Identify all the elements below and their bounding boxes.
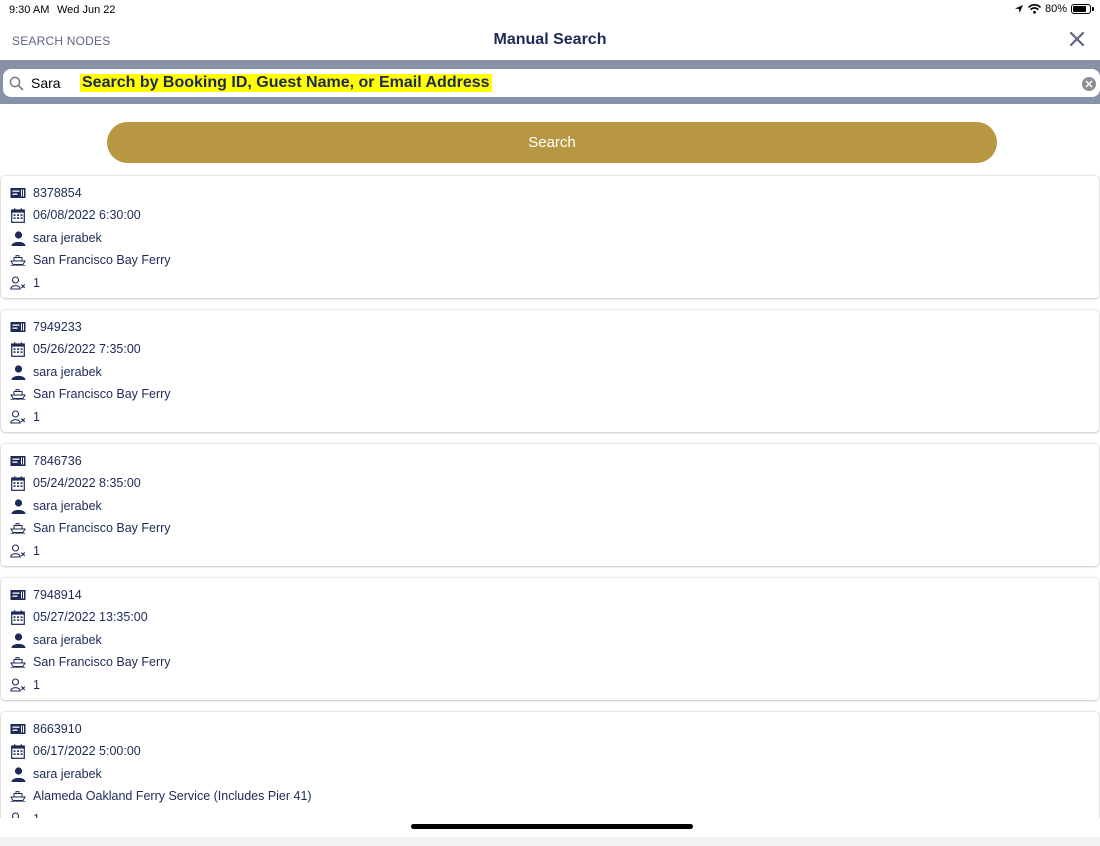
booking-datetime: 06/17/2022 5:00:00	[33, 744, 141, 758]
search-button[interactable]: Search	[107, 122, 997, 163]
status-bar: 9:30 AM Wed Jun 22 80%	[0, 0, 1100, 22]
status-indicators: 80%	[1014, 3, 1094, 15]
passenger-count-icon	[10, 677, 26, 693]
calendar-icon	[10, 609, 26, 625]
status-time: 9:30 AM	[9, 4, 50, 16]
booking-id-row: 7846736	[10, 452, 82, 470]
passenger-count: 1	[33, 410, 40, 424]
passenger-count: 1	[33, 544, 40, 558]
operator-name: San Francisco Bay Ferry	[33, 253, 171, 267]
person-icon	[10, 766, 26, 782]
battery-icon	[1071, 4, 1091, 14]
battery-level	[1073, 6, 1086, 12]
search-input-value: Sara	[31, 75, 61, 91]
battery-tip	[1092, 7, 1094, 11]
booking-id: 7846736	[33, 454, 82, 468]
operator-name: San Francisco Bay Ferry	[33, 387, 171, 401]
operator-name: San Francisco Bay Ferry	[33, 521, 171, 535]
search-bar-region: Sara Search by Booking ID, Guest Name, o…	[0, 60, 1100, 104]
ticket-icon	[10, 453, 26, 469]
booking-id-row: 8663910	[10, 720, 82, 738]
operator-row: San Francisco Bay Ferry	[10, 251, 171, 269]
operator-row: Alameda Oakland Ferry Service (Includes …	[10, 787, 312, 805]
operator-row: San Francisco Bay Ferry	[10, 385, 171, 403]
wifi-icon	[1027, 4, 1041, 14]
operator-row: San Francisco Bay Ferry	[10, 519, 171, 537]
search-hint-label: Search by Booking ID, Guest Name, or Ema…	[80, 74, 492, 92]
calendar-icon	[10, 341, 26, 357]
datetime-row: 05/24/2022 8:35:00	[10, 474, 141, 492]
passenger-count: 1	[33, 276, 40, 290]
booking-datetime: 05/24/2022 8:35:00	[33, 476, 141, 490]
person-icon	[10, 498, 26, 514]
calendar-icon	[10, 743, 26, 759]
result-card[interactable]: 7846736 05/24/2022 8:35:00 sara jerabek …	[1, 444, 1099, 566]
guest-row: sara jerabek	[10, 497, 102, 515]
passenger-row: 1	[10, 542, 40, 560]
datetime-row: 05/26/2022 7:35:00	[10, 340, 141, 358]
results-list: 8378854 06/08/2022 6:30:00 sara jerabek …	[0, 176, 1100, 846]
ticket-icon	[10, 319, 26, 335]
calendar-icon	[10, 207, 26, 223]
guest-name: sara jerabek	[33, 767, 102, 781]
status-date: Wed Jun 22	[57, 4, 116, 16]
operator-name: San Francisco Bay Ferry	[33, 655, 171, 669]
booking-id-row: 8378854	[10, 184, 82, 202]
ticket-icon	[10, 185, 26, 201]
person-icon	[10, 230, 26, 246]
location-icon	[1014, 4, 1024, 14]
passenger-row: 1	[10, 274, 40, 292]
ferry-icon	[10, 252, 26, 268]
guest-row: sara jerabek	[10, 631, 102, 649]
ferry-icon	[10, 386, 26, 402]
passenger-count-icon	[10, 409, 26, 425]
guest-row: sara jerabek	[10, 363, 102, 381]
booking-datetime: 06/08/2022 6:30:00	[33, 208, 141, 222]
page-title: Manual Search	[493, 31, 607, 48]
battery-percent: 80%	[1044, 3, 1067, 15]
search-input[interactable]: Sara Search by Booking ID, Guest Name, o…	[3, 69, 1100, 97]
person-icon	[10, 632, 26, 648]
ferry-icon	[10, 654, 26, 670]
close-icon[interactable]	[1068, 30, 1086, 48]
result-card[interactable]: 7948914 05/27/2022 13:35:00 sara jerabek…	[1, 578, 1099, 700]
ferry-icon	[10, 520, 26, 536]
datetime-row: 06/17/2022 5:00:00	[10, 742, 141, 760]
operator-row: San Francisco Bay Ferry	[10, 653, 171, 671]
booking-id: 7949233	[33, 320, 82, 334]
ferry-icon	[10, 788, 26, 804]
passenger-row: 1	[10, 676, 40, 694]
person-icon	[10, 364, 26, 380]
booking-id: 7948914	[33, 588, 82, 602]
guest-name: sara jerabek	[33, 633, 102, 647]
ticket-icon	[10, 721, 26, 737]
passenger-count-icon	[10, 543, 26, 559]
calendar-icon	[10, 475, 26, 491]
booking-id-row: 7948914	[10, 586, 82, 604]
guest-row: sara jerabek	[10, 765, 102, 783]
guest-row: sara jerabek	[10, 229, 102, 247]
booking-datetime: 05/27/2022 13:35:00	[33, 610, 148, 624]
passenger-row: 1	[10, 408, 40, 426]
result-card[interactable]: 7949233 05/26/2022 7:35:00 sara jerabek …	[1, 310, 1099, 432]
result-card[interactable]: 8378854 06/08/2022 6:30:00 sara jerabek …	[1, 176, 1099, 298]
nav-bar: SEARCH NODES Manual Search	[0, 22, 1100, 60]
guest-name: sara jerabek	[33, 499, 102, 513]
datetime-row: 06/08/2022 6:30:00	[10, 206, 141, 224]
guest-name: sara jerabek	[33, 365, 102, 379]
booking-id-row: 7949233	[10, 318, 82, 336]
booking-datetime: 05/26/2022 7:35:00	[33, 342, 141, 356]
search-icon	[9, 76, 24, 91]
clear-search-icon[interactable]	[1082, 77, 1096, 91]
result-card[interactable]: 8663910 06/17/2022 5:00:00 sara jerabek …	[1, 712, 1099, 834]
booking-id: 8663910	[33, 722, 82, 736]
datetime-row: 05/27/2022 13:35:00	[10, 608, 148, 626]
operator-name: Alameda Oakland Ferry Service (Includes …	[33, 789, 312, 803]
ticket-icon	[10, 587, 26, 603]
passenger-count-icon	[10, 275, 26, 291]
passenger-count: 1	[33, 678, 40, 692]
booking-id: 8378854	[33, 186, 82, 200]
home-indicator[interactable]	[411, 824, 693, 829]
guest-name: sara jerabek	[33, 231, 102, 245]
